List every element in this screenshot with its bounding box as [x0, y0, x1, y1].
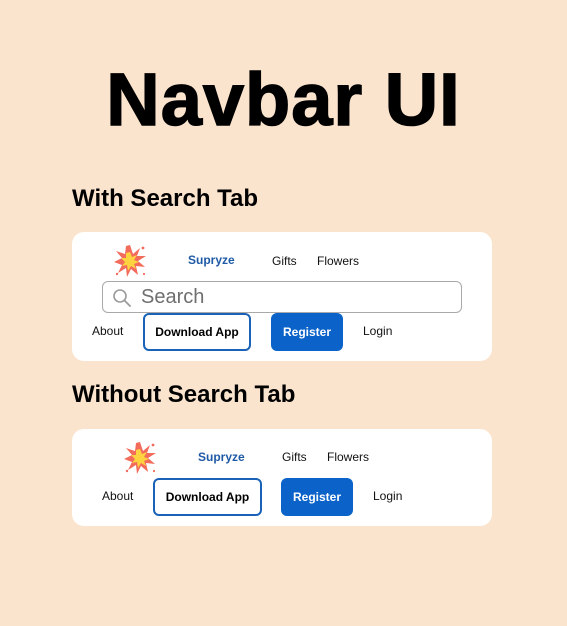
nav-link-about[interactable]: About	[92, 324, 123, 338]
nav-link-flowers[interactable]: Flowers	[327, 450, 369, 464]
burst-logo-icon[interactable]	[123, 441, 157, 475]
burst-logo-icon[interactable]	[113, 244, 147, 278]
section-heading-with-search: With Search Tab	[72, 185, 259, 212]
nav-link-gifts[interactable]: Gifts	[272, 254, 297, 268]
login-link[interactable]: Login	[363, 324, 392, 338]
brand-name[interactable]: Supryze	[188, 253, 235, 267]
navbar-without-search: Supryze Gifts Flowers About Download App…	[72, 429, 492, 526]
nav-link-about[interactable]: About	[102, 489, 133, 503]
register-button[interactable]: Register	[281, 478, 353, 516]
search-input[interactable]	[141, 284, 451, 310]
page-title: Navbar UI	[106, 57, 461, 142]
login-link[interactable]: Login	[373, 489, 402, 503]
section-heading-without-search: Without Search Tab	[72, 381, 296, 408]
nav-link-gifts[interactable]: Gifts	[282, 450, 307, 464]
nav-link-flowers[interactable]: Flowers	[317, 254, 359, 268]
navbar-with-search: Supryze Gifts Flowers About Download App…	[72, 232, 492, 361]
brand-name[interactable]: Supryze	[198, 450, 245, 464]
register-button[interactable]: Register	[271, 313, 343, 351]
search-icon	[112, 288, 132, 308]
search-bar[interactable]	[102, 281, 462, 313]
download-app-button[interactable]: Download App	[153, 478, 262, 516]
download-app-button[interactable]: Download App	[143, 313, 251, 351]
